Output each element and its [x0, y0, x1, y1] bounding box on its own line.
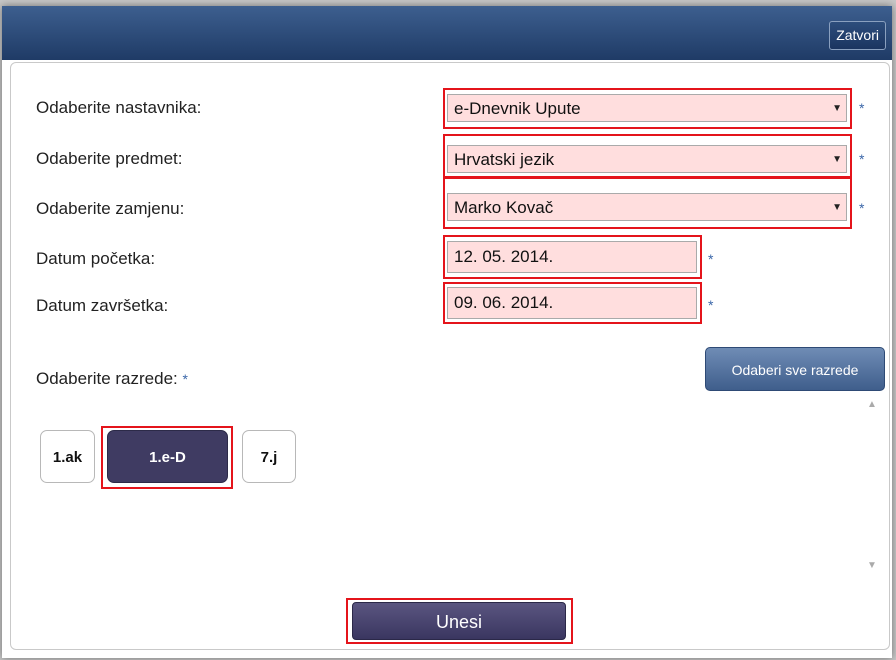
close-button[interactable]: Zatvori: [829, 21, 886, 50]
subject-label: Odaberite predmet:: [36, 149, 183, 168]
class-chip[interactable]: 1.ak: [40, 430, 95, 483]
select-all-classes-button[interactable]: Odaberi sve razrede: [705, 347, 885, 391]
teacher-value: e-Dnevnik Upute: [454, 99, 581, 118]
start-date-label: Datum početka:: [36, 249, 156, 268]
dialog-titlebar: Zatvori: [2, 6, 892, 60]
end-date-input[interactable]: 09. 06. 2014.: [447, 287, 697, 319]
required-icon: *: [859, 200, 865, 216]
substitute-select[interactable]: Marko Kovač ▼: [447, 193, 847, 221]
start-date-input[interactable]: 12. 05. 2014.: [447, 241, 697, 273]
class-chip-selected[interactable]: 1.e-D: [107, 430, 228, 483]
start-date-value: 12. 05. 2014.: [454, 247, 554, 266]
required-icon: *: [182, 371, 188, 387]
classes-label: Odaberite razrede: *: [36, 369, 188, 389]
classes-scrollbar[interactable]: ▲ ▼: [860, 395, 882, 580]
end-date-value: 09. 06. 2014.: [454, 293, 554, 312]
substitute-label: Odaberite zamjenu:: [36, 199, 185, 218]
required-icon: *: [708, 251, 714, 267]
chevron-down-icon: ▼: [832, 103, 842, 114]
class-chip[interactable]: 7.j: [242, 430, 296, 483]
teacher-select[interactable]: e-Dnevnik Upute ▼: [447, 94, 847, 122]
chevron-down-icon: ▼: [832, 202, 842, 213]
teacher-label: Odaberite nastavnika:: [36, 98, 202, 117]
chevron-down-icon: ▼: [832, 154, 842, 165]
required-icon: *: [859, 151, 865, 167]
scroll-up-icon[interactable]: ▲: [867, 399, 877, 410]
substitute-value: Marko Kovač: [454, 198, 554, 217]
submit-button[interactable]: Unesi: [352, 602, 566, 640]
end-date-label: Datum završetka:: [36, 296, 169, 315]
required-icon: *: [859, 100, 865, 116]
subject-value: Hrvatski jezik: [454, 150, 555, 169]
subject-select[interactable]: Hrvatski jezik ▼: [447, 145, 847, 173]
scroll-down-icon[interactable]: ▼: [867, 560, 877, 571]
required-icon: *: [708, 297, 714, 313]
classes-label-text: Odaberite razrede:: [36, 369, 178, 388]
